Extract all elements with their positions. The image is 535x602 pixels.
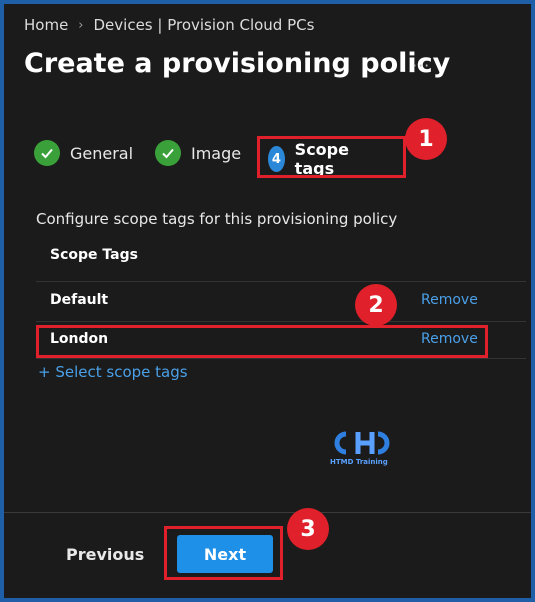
more-options-icon[interactable]: ···: [412, 56, 430, 75]
highlight-box-london: [36, 325, 488, 358]
column-header-scope-tags: Scope Tags: [50, 247, 138, 263]
row-divider: [36, 321, 526, 322]
remove-link-default[interactable]: Remove: [421, 292, 478, 308]
previous-button[interactable]: Previous: [66, 545, 144, 564]
scope-tag-name: Default: [50, 292, 109, 308]
step-label: Image: [191, 143, 242, 163]
row-divider: [36, 281, 526, 282]
check-icon: [34, 140, 60, 166]
step-image[interactable]: Image: [155, 140, 241, 166]
htmd-logo-icon: [334, 431, 390, 455]
footer-divider: [4, 512, 531, 513]
step-general[interactable]: General: [34, 140, 133, 166]
watermark-text: HTMD Training: [330, 458, 388, 466]
breadcrumb-separator: ›: [78, 17, 84, 33]
breadcrumb-devices[interactable]: Devices | Provision Cloud PCs: [94, 16, 315, 34]
breadcrumb: Home › Devices | Provision Cloud PCs: [24, 16, 314, 34]
highlight-box-next: [164, 526, 283, 580]
annotation-badge-2: 2: [355, 284, 397, 326]
breadcrumb-home[interactable]: Home: [24, 16, 68, 34]
check-icon: [155, 140, 181, 166]
highlight-box-scope-tags: [257, 136, 406, 178]
section-description: Configure scope tags for this provisioni…: [36, 210, 398, 228]
select-scope-tags-link[interactable]: + Select scope tags: [38, 363, 188, 381]
annotation-badge-3: 3: [287, 508, 329, 550]
page-title: Create a provisioning policy: [24, 48, 451, 79]
annotation-badge-1: 1: [405, 118, 447, 160]
step-label: General: [70, 143, 134, 163]
row-divider: [36, 358, 526, 359]
